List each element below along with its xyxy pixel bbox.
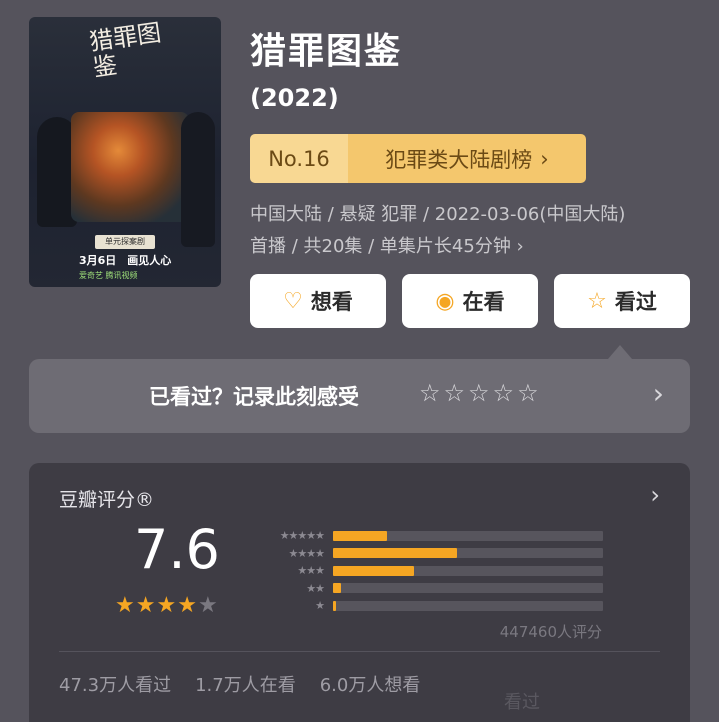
rating-stars: ★★★★★ (115, 593, 219, 618)
watermark: 看过 (504, 692, 540, 713)
release-year: (2022) (250, 84, 339, 112)
distribution-stars: ★★★★★ (279, 529, 325, 543)
distribution-row: ★★★ (254, 562, 603, 580)
record-feeling-panel[interactable]: 已看过？记录此刻感受 ☆☆☆☆☆ › (29, 359, 690, 433)
distribution-stars: ★★ (306, 581, 325, 595)
distribution-bar (333, 565, 414, 576)
distribution-row: ★★ (254, 580, 603, 598)
rank-list-label: 犯罪类大陆剧榜 (385, 147, 533, 172)
record-prompt: 已看过？记录此刻感受 (149, 385, 359, 409)
rank-badge[interactable]: No.16 犯罪类大陆剧榜 › (250, 134, 586, 183)
watching-button[interactable]: ◉ 在看 (402, 274, 538, 328)
audience-stats: 47.3万人看过 1.7万人在看 6.0万人想看 (59, 671, 420, 697)
movie-detail-page: 猎罪图鉴 单元探案剧 3月6日 画见人心 爱奇艺 腾讯视频 猎罪图鉴 (2022… (0, 0, 719, 722)
action-bar: ♡ 想看 ◉ 在看 ☆ 看过 (250, 274, 690, 328)
poster-image[interactable]: 猎罪图鉴 单元探案剧 3月6日 画见人心 爱奇艺 腾讯视频 (29, 17, 221, 287)
rank-number: No.16 (250, 134, 348, 183)
distribution-bar (333, 548, 458, 559)
rating-label: 豆瓣评分® (59, 489, 155, 511)
meta-line-2: 首播 / 共20集 / 单集片长45分钟 › (250, 236, 524, 257)
wish-count[interactable]: 6.0万人想看 (320, 671, 421, 697)
meta-line-1: 中国大陆 / 悬疑 犯罪 / 2022-03-06(中国大陆) (250, 204, 626, 225)
watching-label: 在看 (462, 290, 505, 314)
distribution-track (333, 565, 603, 576)
poster-date: 3月6日 画见人心 (79, 254, 172, 267)
page-title: 猎罪图鉴 (250, 31, 403, 72)
poster-title-art: 猎罪图鉴 (87, 18, 163, 83)
distribution-stars: ★ (315, 599, 325, 613)
watched-label: 看过 (614, 290, 657, 314)
star-empty-icon: ★ (197, 593, 219, 618)
watching-count[interactable]: 1.7万人在看 (195, 671, 296, 697)
want-to-watch-label: 想看 (310, 290, 353, 314)
star-filled-icon: ★ (177, 593, 198, 618)
heart-plus-icon: ♡ (283, 288, 303, 314)
distribution-row: ★★★★ (254, 545, 603, 563)
douban-rating-panel: 豆瓣评分® › 7.6 ★★★★★ ★★★★★ ★★★★ ★★★ ★★ ★ 44… (29, 463, 690, 722)
distribution-row: ★ (254, 597, 603, 615)
star-filled-icon: ★ (115, 593, 136, 618)
rank-list-name: 犯罪类大陆剧榜 › (348, 134, 586, 183)
distribution-stars: ★★★★ (288, 546, 325, 560)
divider (59, 651, 660, 652)
popover-pointer (608, 345, 632, 359)
rate-stars-input[interactable]: ☆☆☆☆☆ (419, 379, 542, 407)
meta-info[interactable]: 中国大陆 / 悬疑 犯罪 / 2022-03-06(中国大陆) 首播 / 共20… (250, 199, 705, 263)
rating-score: 7.6 (134, 518, 220, 581)
watched-count[interactable]: 47.3万人看过 (59, 671, 171, 697)
poster-tag: 单元探案剧 (95, 235, 155, 249)
distribution-bar (333, 600, 336, 611)
chevron-right-icon[interactable]: › (653, 377, 664, 410)
rating-count: 447460人评分 (499, 623, 602, 641)
chevron-right-icon[interactable]: › (650, 481, 660, 509)
star-filled-icon: ★ (135, 593, 157, 618)
poster-logos: 爱奇艺 腾讯视频 (79, 271, 138, 280)
want-to-watch-button[interactable]: ♡ 想看 (250, 274, 386, 328)
distribution-row: ★★★★★ (254, 527, 603, 545)
distribution-track (333, 600, 603, 611)
poster-painting (71, 112, 189, 222)
star-filled-icon: ★ (156, 593, 178, 618)
poster-figure-right (181, 112, 215, 247)
distribution-track (333, 548, 603, 559)
distribution-track (333, 530, 603, 541)
watched-button[interactable]: ☆ 看过 (554, 274, 690, 328)
rating-distribution: ★★★★★ ★★★★ ★★★ ★★ ★ (254, 527, 603, 615)
circle-dot-icon: ◉ (435, 288, 455, 314)
distribution-stars: ★★★ (297, 564, 325, 578)
chevron-right-icon: › (540, 146, 549, 171)
distribution-bar (333, 583, 342, 594)
star-outline-icon: ☆ (587, 288, 607, 314)
distribution-track (333, 583, 603, 594)
distribution-bar (333, 530, 387, 541)
